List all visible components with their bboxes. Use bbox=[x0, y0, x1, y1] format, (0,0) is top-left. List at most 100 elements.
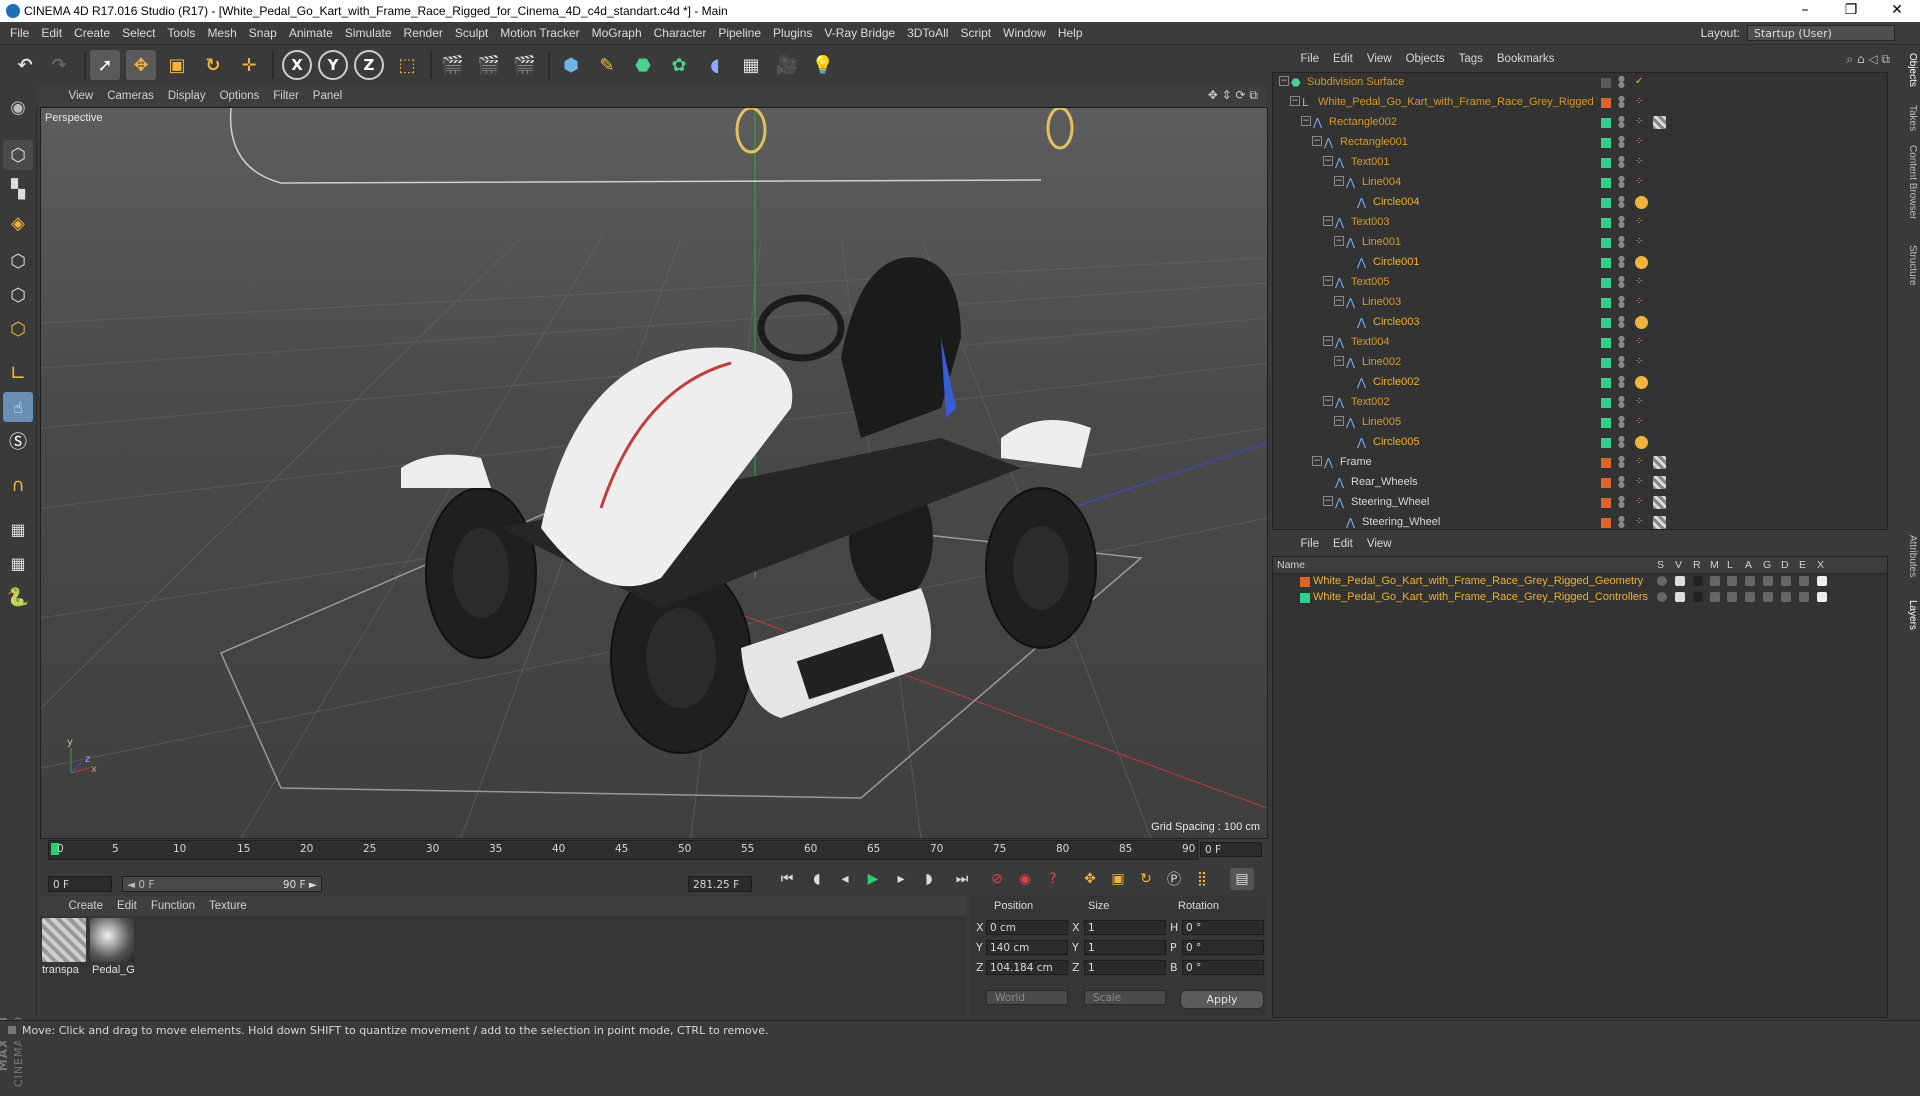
python-icon[interactable]: 🐍 bbox=[3, 582, 33, 612]
visibility-dots[interactable]: ● ● bbox=[1618, 415, 1625, 429]
menu-mograph[interactable]: MoGraph bbox=[586, 22, 648, 44]
render-picture-viewer-icon[interactable]: 🎬 bbox=[474, 50, 504, 80]
current-frame-field[interactable]: 0 F bbox=[1200, 842, 1262, 857]
material-thumbnail[interactable] bbox=[90, 918, 134, 962]
tag-icon[interactable]: ⁘ bbox=[1635, 516, 1648, 529]
material-thumbnail[interactable] bbox=[42, 918, 86, 962]
object-row[interactable]: − ⋀ Line003 ● ● ⁘ bbox=[1273, 293, 1887, 313]
y-axis-lock-icon[interactable]: Y bbox=[318, 50, 348, 80]
go-to-end-icon[interactable]: ⏭ bbox=[950, 868, 974, 890]
position-y-field[interactable]: 140 cm bbox=[986, 940, 1068, 955]
visible-toggle[interactable] bbox=[1675, 592, 1685, 602]
menu-tools[interactable]: Tools bbox=[161, 22, 201, 44]
tag-icon[interactable]: ⁘ bbox=[1635, 236, 1648, 249]
collapse-toggle-icon[interactable]: − bbox=[1323, 336, 1333, 346]
rotation-b-field[interactable]: 0 ° bbox=[1182, 960, 1264, 975]
menu-render[interactable]: Render bbox=[398, 22, 449, 44]
object-name[interactable]: Rectangle001 bbox=[1340, 136, 1408, 148]
menu-motion-tracker[interactable]: Motion Tracker bbox=[494, 22, 585, 44]
object-row[interactable]: − ⋀ Steering_Wheel ● ● ⁘ bbox=[1273, 493, 1887, 513]
frame-range-slider[interactable]: ◄ 0 F 90 F ► bbox=[122, 876, 322, 892]
expressions-toggle[interactable] bbox=[1799, 592, 1809, 602]
protection-tag-icon[interactable] bbox=[1635, 376, 1648, 389]
animation-toggle[interactable] bbox=[1745, 576, 1755, 586]
magnet-icon[interactable]: ∩ bbox=[3, 470, 33, 500]
tab-objects[interactable]: Objects bbox=[1904, 53, 1918, 87]
om-menu-file[interactable]: File bbox=[1294, 50, 1327, 68]
generators-toggle[interactable] bbox=[1763, 576, 1773, 586]
visibility-dots[interactable]: ● ● bbox=[1618, 475, 1625, 489]
object-row[interactable]: − ⋀ Frame ● ● ⁘ bbox=[1273, 453, 1887, 473]
layer-color-swatch[interactable] bbox=[1601, 358, 1611, 368]
object-name[interactable]: Circle003 bbox=[1373, 316, 1419, 328]
deformers-toggle[interactable] bbox=[1781, 576, 1791, 586]
layer-color-swatch[interactable] bbox=[1601, 458, 1611, 468]
menu-mesh[interactable]: Mesh bbox=[201, 22, 242, 44]
menu-script[interactable]: Script bbox=[954, 22, 997, 44]
axis-mode-icon[interactable]: ∟ bbox=[3, 358, 33, 388]
object-row[interactable]: ⋀ Circle001 ● ● bbox=[1273, 253, 1887, 273]
key-pla-icon[interactable]: ⣿ bbox=[1190, 868, 1214, 890]
object-row[interactable]: − L White_Pedal_Go_Kart_with_Frame_Race_Gr… bbox=[1273, 93, 1887, 113]
object-name[interactable]: Line002 bbox=[1362, 356, 1401, 368]
om-menu-tags[interactable]: Tags bbox=[1452, 50, 1490, 68]
collapse-toggle-icon[interactable]: − bbox=[1323, 396, 1333, 406]
viewport-menu-cameras[interactable]: Cameras bbox=[100, 86, 161, 106]
tag-icon[interactable]: ⁘ bbox=[1635, 176, 1648, 189]
texture-mode-icon[interactable]: ▚ bbox=[3, 174, 33, 204]
play-icon[interactable]: ▶ bbox=[861, 868, 885, 890]
tag-icon[interactable]: ⁘ bbox=[1635, 416, 1648, 429]
layer-color-swatch[interactable] bbox=[1601, 498, 1611, 508]
visibility-dots[interactable]: ● ● bbox=[1618, 495, 1625, 509]
key-rotation-icon[interactable]: ↻ bbox=[1134, 868, 1158, 890]
object-name[interactable]: Text001 bbox=[1351, 156, 1390, 168]
collapse-toggle-icon[interactable]: − bbox=[1334, 356, 1344, 366]
object-row[interactable]: − ⋀ Line002 ● ● ⁘ bbox=[1273, 353, 1887, 373]
layer-color-swatch[interactable] bbox=[1601, 158, 1611, 168]
array-icon[interactable]: ✿ bbox=[664, 50, 694, 80]
make-editable-icon[interactable]: ◉ bbox=[3, 92, 33, 122]
layer-color-swatch[interactable] bbox=[1601, 218, 1611, 228]
lock-workplane-icon[interactable]: ▦ bbox=[3, 514, 33, 544]
protection-tag-icon[interactable] bbox=[1635, 436, 1648, 449]
object-row[interactable]: − ⋀ Text001 ● ● ⁘ bbox=[1273, 153, 1887, 173]
layer-color-swatch[interactable] bbox=[1601, 518, 1611, 528]
object-row[interactable]: − ⋀ Rectangle001 ● ● ⁘ bbox=[1273, 133, 1887, 153]
visibility-dots[interactable]: ● ● bbox=[1618, 215, 1625, 229]
previous-key-icon[interactable]: ◖ bbox=[805, 868, 829, 890]
menu-plugins[interactable]: Plugins bbox=[767, 22, 818, 44]
deformers-toggle[interactable] bbox=[1781, 592, 1791, 602]
visibility-dots[interactable]: ● ● bbox=[1618, 455, 1625, 469]
locked-toggle[interactable] bbox=[1727, 576, 1737, 586]
layer-color-swatch[interactable] bbox=[1601, 338, 1611, 348]
menu-pipeline[interactable]: Pipeline bbox=[712, 22, 767, 44]
visibility-dots[interactable]: ● ● bbox=[1618, 255, 1625, 269]
layer-color-swatch[interactable] bbox=[1601, 398, 1611, 408]
tag-icon[interactable]: ⁘ bbox=[1635, 136, 1648, 149]
visibility-dots[interactable]: ● ● bbox=[1618, 435, 1625, 449]
menu-3dtoall[interactable]: 3DToAll bbox=[901, 22, 954, 44]
om-menu-view[interactable]: View bbox=[1360, 50, 1399, 68]
object-row[interactable]: − ⋀ Text005 ● ● ⁘ bbox=[1273, 273, 1887, 293]
object-name[interactable]: Circle002 bbox=[1373, 376, 1419, 388]
viewport-menu-view[interactable]: View bbox=[62, 86, 101, 106]
material-menu-create[interactable]: Create bbox=[62, 896, 111, 916]
object-name[interactable]: Circle004 bbox=[1373, 196, 1419, 208]
tag-icon[interactable]: ⁘ bbox=[1635, 336, 1648, 349]
collapse-toggle-icon[interactable]: − bbox=[1334, 416, 1344, 426]
viewport-nav-icons[interactable]: ✥ ⇕ ⟳ ⧉ bbox=[1208, 88, 1258, 103]
next-key-icon[interactable]: ◗ bbox=[917, 868, 941, 890]
object-name[interactable]: Line005 bbox=[1362, 416, 1401, 428]
visibility-dots[interactable]: ● ● bbox=[1618, 195, 1625, 209]
layer-color-swatch[interactable] bbox=[1601, 318, 1611, 328]
menu-simulate[interactable]: Simulate bbox=[339, 22, 398, 44]
object-name[interactable]: Circle001 bbox=[1373, 256, 1419, 268]
edges-mode-icon[interactable]: ⬡ bbox=[3, 280, 33, 310]
texture-tag-icon[interactable] bbox=[1653, 476, 1666, 489]
visibility-dots[interactable]: ● ● bbox=[1618, 295, 1625, 309]
texture-tag-icon[interactable] bbox=[1653, 116, 1666, 129]
om-menu-edit[interactable]: Edit bbox=[1326, 50, 1360, 68]
collapse-toggle-icon[interactable]: − bbox=[1312, 456, 1322, 466]
viewport-menu-options[interactable]: Options bbox=[213, 86, 267, 106]
viewport-menu-display[interactable]: Display bbox=[161, 86, 213, 106]
